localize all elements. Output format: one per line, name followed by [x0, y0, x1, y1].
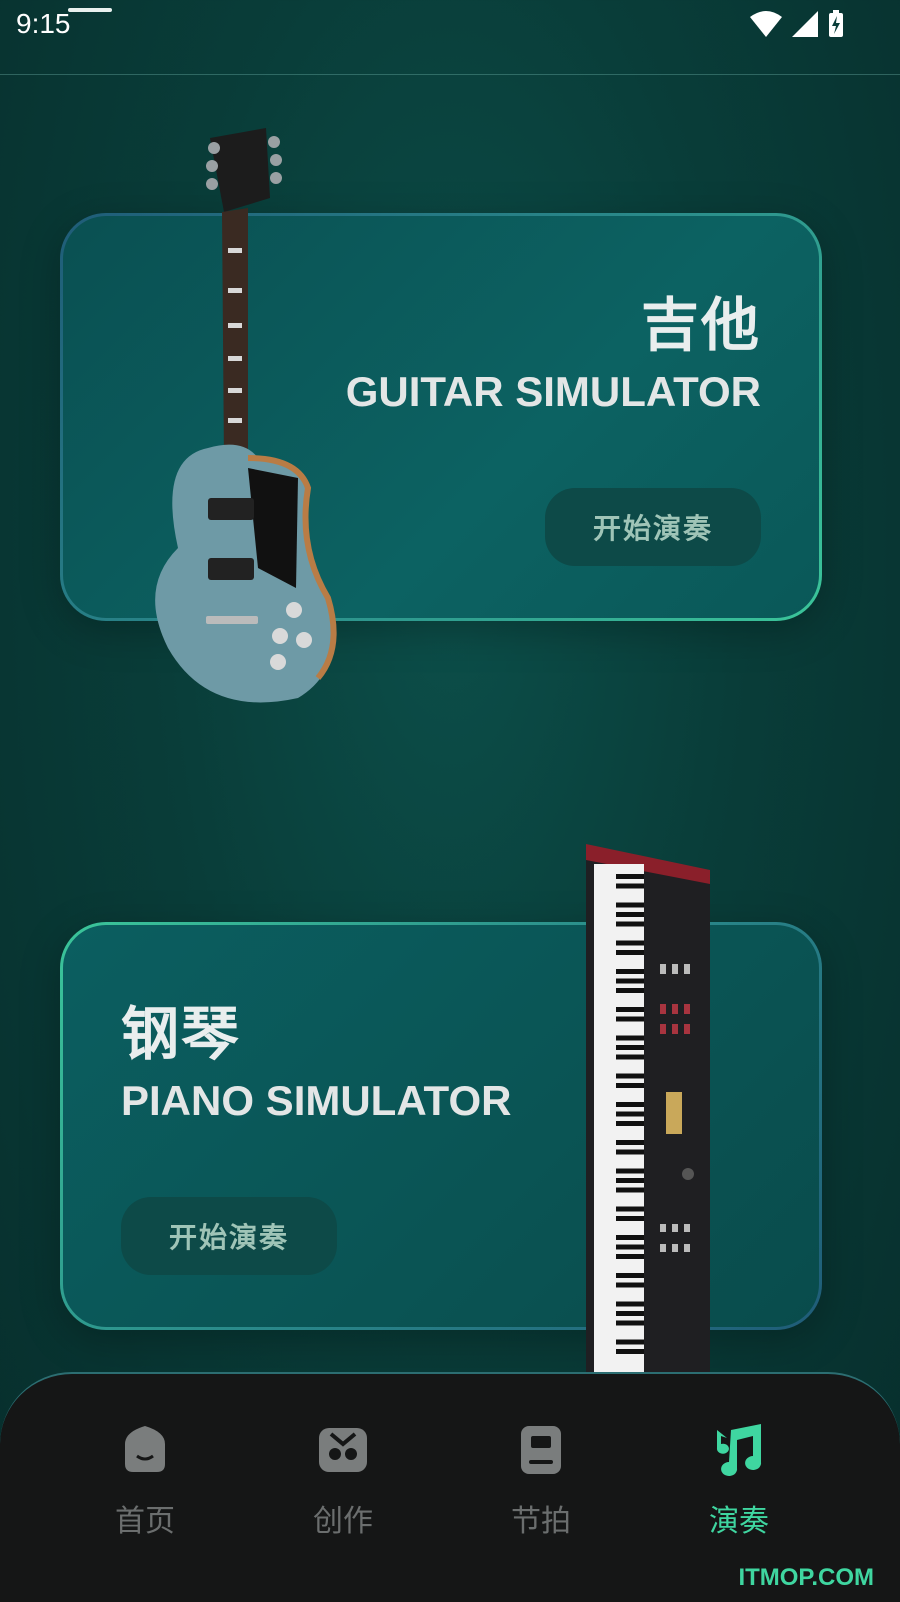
nav-label-create: 创作 — [313, 1504, 373, 1539]
battery-icon — [829, 10, 843, 37]
nav-label-home: 首页 — [115, 1504, 175, 1539]
app-drop-icon — [424, 0, 460, 20]
guitar-start-button[interactable]: 开始演奏 — [545, 488, 761, 566]
nav-item-play[interactable]: 演奏 — [679, 1422, 799, 1540]
nav-label-metronome: 节拍 — [511, 1504, 571, 1539]
music-note-icon — [716, 1424, 762, 1476]
bottom-nav: 首页 创作 节拍 演奏 ITMOP.COM — [0, 1372, 900, 1602]
create-icon — [319, 1428, 367, 1472]
nav-item-create[interactable]: 创作 — [283, 1422, 403, 1540]
status-icons — [750, 10, 844, 38]
status-time: 9:15 — [16, 8, 71, 39]
status-bar: 9:15 — [0, 0, 900, 75]
metronome-icon — [521, 1426, 561, 1474]
home-icon — [125, 1426, 165, 1472]
nav-item-metronome[interactable]: 节拍 — [481, 1422, 601, 1540]
nav-item-home[interactable]: 首页 — [85, 1422, 205, 1540]
watermark: ITMOP.COM — [738, 1564, 874, 1591]
piano-image — [586, 844, 710, 1372]
guitar-title-cn: 吉他 — [640, 291, 761, 359]
signal-icon — [792, 11, 818, 37]
wifi-icon — [750, 11, 782, 37]
nav-label-play: 演奏 — [709, 1504, 769, 1539]
notification-indicator — [68, 8, 112, 12]
piano-title-en: PIANO SIMULATOR — [121, 1077, 512, 1124]
piano-start-button[interactable]: 开始演奏 — [121, 1197, 337, 1275]
guitar-image — [155, 128, 337, 703]
piano-title-cn: 钢琴 — [121, 1000, 242, 1068]
guitar-title-en: GUITAR SIMULATOR — [345, 368, 761, 415]
